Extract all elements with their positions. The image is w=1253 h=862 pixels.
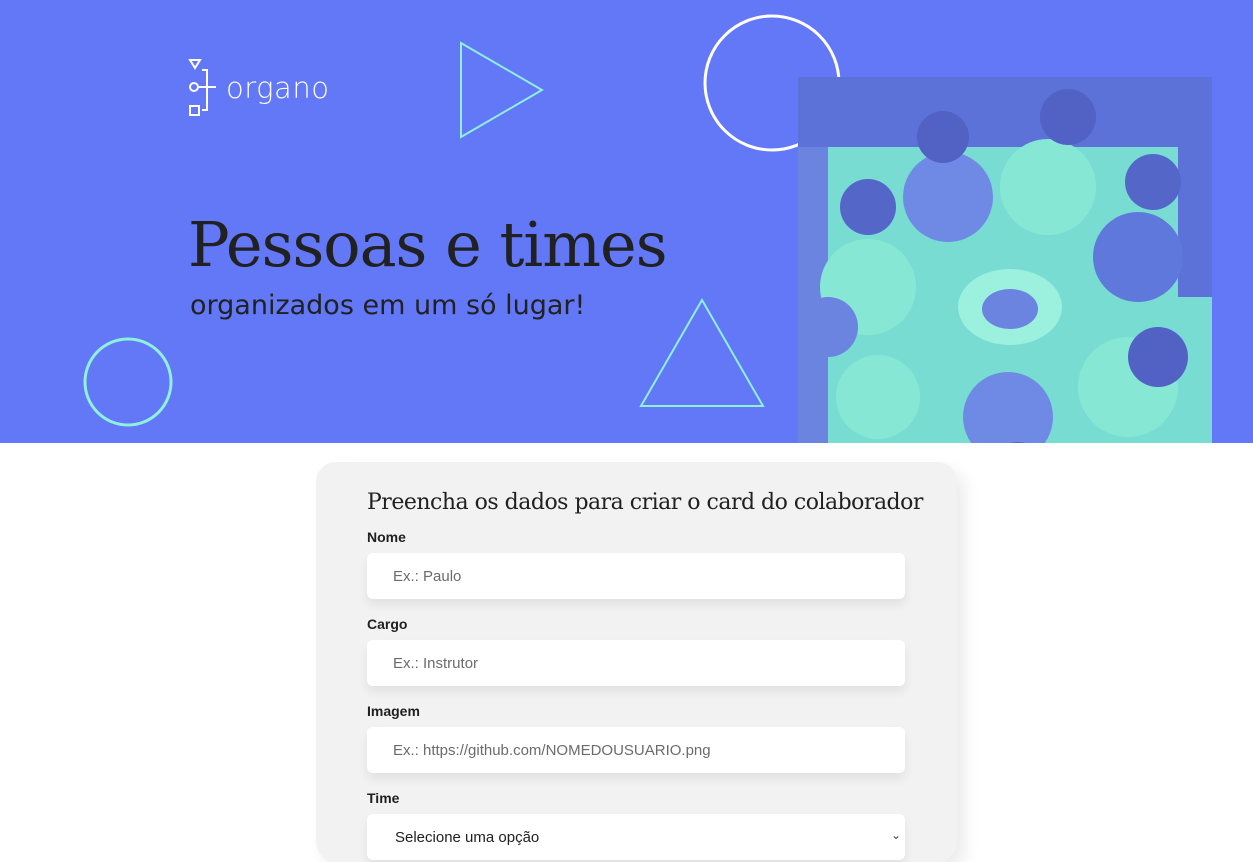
name-input[interactable] <box>367 553 905 599</box>
team-label: Time <box>367 790 400 806</box>
triangle-up-decoration <box>639 297 765 407</box>
image-url-input[interactable] <box>367 727 905 773</box>
role-field-group: Cargo <box>367 616 905 686</box>
team-field-group: Time Selecione uma opção ⌄ <box>367 790 905 860</box>
team-select-value: Selecione uma opção <box>395 828 540 846</box>
form-heading: Preencha os dados para criar o card do c… <box>367 490 923 515</box>
image-label: Imagem <box>367 703 420 719</box>
image-field-group: Imagem <box>367 703 905 773</box>
collaborator-form: Preencha os dados para criar o card do c… <box>316 462 957 862</box>
chevron-down-icon: ⌄ <box>890 828 901 842</box>
team-hands-photo <box>798 77 1212 443</box>
role-input[interactable] <box>367 640 905 686</box>
name-field-group: Nome <box>367 529 905 599</box>
brand-name: organo <box>226 71 330 105</box>
team-select[interactable]: Selecione uma opção ⌄ <box>367 814 905 860</box>
hero-subtitle: organizados em um só lugar! <box>190 290 586 321</box>
hero-title: Pessoas e times <box>188 208 668 281</box>
name-label: Nome <box>367 529 406 545</box>
circle-decoration-left <box>83 337 173 427</box>
role-label: Cargo <box>367 616 408 632</box>
logo[interactable]: organo <box>188 58 329 118</box>
triangle-right-decoration <box>460 41 544 139</box>
hero-banner: organo Pessoas e times organizados em um… <box>0 0 1253 443</box>
organo-logo-icon <box>188 59 216 116</box>
